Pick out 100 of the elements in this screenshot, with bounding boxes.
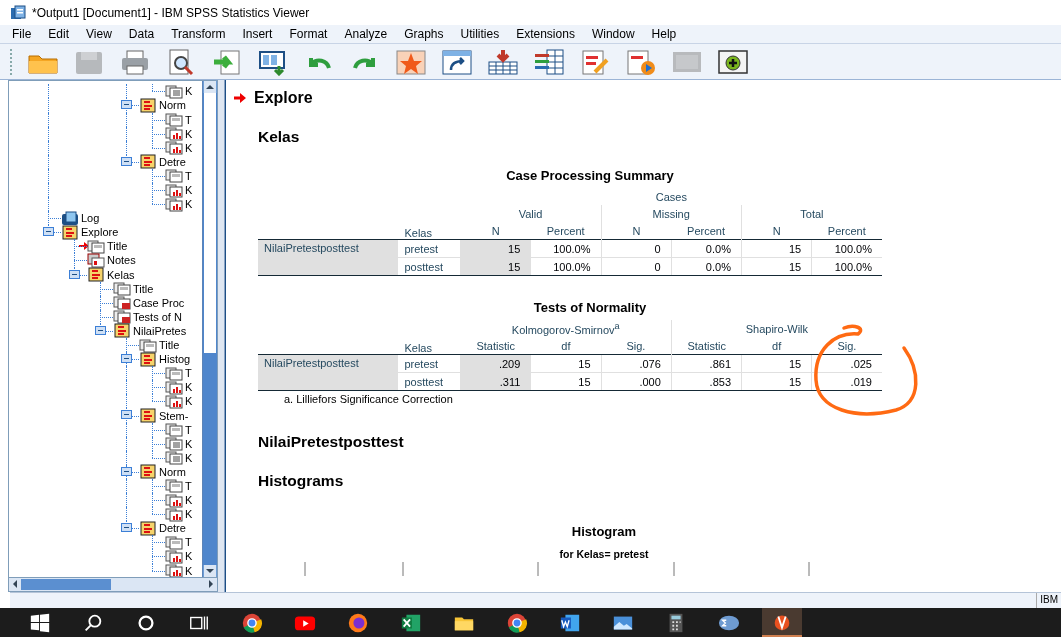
outline-item[interactable]: K: [185, 395, 193, 408]
outline-item[interactable]: K: [185, 564, 193, 577]
outline-item[interactable]: NilaiPretes: [133, 324, 187, 337]
outline-item[interactable]: T: [185, 367, 192, 380]
outline-item[interactable]: K: [185, 550, 193, 563]
outline-item[interactable]: T: [185, 536, 192, 549]
collapse-toggle[interactable]: [95, 325, 106, 335]
chart-page-icon: [165, 140, 183, 156]
table-cell: 100.0%: [811, 257, 882, 276]
variables-list-icon[interactable]: [533, 47, 565, 76]
collapse-toggle[interactable]: [121, 354, 132, 364]
collapse-toggle[interactable]: [121, 100, 132, 110]
menu-item[interactable]: Window: [583, 27, 644, 42]
menu-item[interactable]: Help: [643, 27, 686, 42]
outline-item[interactable]: Title: [107, 240, 128, 253]
menu-item[interactable]: Analyze: [336, 27, 397, 42]
chart-page-icon: [165, 506, 183, 522]
menu-item[interactable]: Extensions: [508, 27, 584, 42]
table-cell: 15: [530, 354, 602, 373]
column-header: N: [460, 222, 531, 240]
collapse-toggle[interactable]: [43, 227, 54, 237]
variable-heading: NilaiPretestposttest: [258, 433, 405, 452]
text-page-icon: [165, 450, 183, 466]
menu-item[interactable]: Utilities: [452, 27, 509, 42]
outline-item[interactable]: K: [185, 508, 193, 521]
menu-item[interactable]: Edit: [40, 27, 79, 42]
outline-item[interactable]: Detre: [159, 522, 186, 535]
column-header: df: [741, 337, 812, 355]
outline-item[interactable]: T: [185, 480, 192, 492]
menu-item[interactable]: View: [78, 27, 121, 42]
column-header: N: [741, 222, 812, 240]
outline-item[interactable]: K: [185, 141, 193, 154]
procedure-heading: Explore: [254, 89, 313, 108]
menu-item[interactable]: Graphs: [396, 27, 453, 42]
outline-item[interactable]: Notes: [107, 254, 136, 267]
outline-item[interactable]: Title: [159, 339, 180, 352]
outline-item[interactable]: T: [185, 423, 192, 436]
notes-icon: [87, 253, 105, 268]
outline-item[interactable]: K: [185, 451, 193, 464]
document-play-icon[interactable]: [625, 47, 657, 76]
column-group-header: Missing: [601, 205, 742, 223]
outline-item[interactable]: T: [185, 169, 192, 182]
outline-item[interactable]: K: [185, 381, 193, 394]
table-cell: .076: [601, 354, 672, 373]
column-header: N: [601, 222, 672, 240]
outline-item[interactable]: K: [185, 127, 193, 140]
menu-item[interactable]: Insert: [234, 27, 282, 42]
row-group-label: NilaiPretestposttest: [258, 239, 399, 276]
outline-item[interactable]: Norm: [159, 465, 186, 478]
outline-item[interactable]: K: [185, 184, 193, 196]
chart-page-icon: [165, 196, 183, 212]
table-cell: .000: [601, 372, 672, 391]
printer-icon[interactable]: [119, 47, 151, 76]
collapse-toggle[interactable]: [121, 523, 132, 533]
table-cell: 0.0%: [671, 239, 742, 258]
outline-item[interactable]: Tests of N: [133, 310, 182, 323]
collapse-toggle[interactable]: [121, 466, 132, 476]
outline-item[interactable]: Norm: [159, 99, 186, 112]
menu-item[interactable]: Transform: [163, 27, 235, 42]
outline-item[interactable]: K: [185, 494, 193, 507]
outline-item[interactable]: K: [185, 198, 193, 211]
vertical-scrollbar[interactable]: [202, 81, 217, 578]
outline-item[interactable]: K: [185, 85, 193, 98]
collapse-toggle[interactable]: [121, 410, 132, 420]
column-header: Percent: [671, 222, 742, 240]
app-icon[interactable]: [762, 608, 802, 637]
table-footnote: a. Lilliefors Significance Correction: [283, 393, 454, 406]
document-pencil-icon[interactable]: [579, 47, 611, 76]
collapse-toggle[interactable]: [121, 156, 132, 166]
outline-item[interactable]: K: [185, 437, 193, 450]
outline-item[interactable]: Explore: [81, 226, 119, 239]
outline-book-icon: [139, 351, 157, 367]
menu-item[interactable]: Format: [281, 27, 337, 42]
table-insert-icon[interactable]: [487, 47, 519, 76]
outline-item[interactable]: Histog: [159, 353, 191, 366]
menu-item[interactable]: Data: [120, 27, 164, 42]
column-group-header: Kolmogorov-Smirnov$^{a}$: [460, 320, 672, 338]
outline-item[interactable]: Title: [133, 282, 154, 295]
chart-title: Histogram: [571, 524, 637, 540]
title-page-icon: [165, 422, 183, 438]
app-icon: [10, 4, 26, 21]
star-table-icon[interactable]: [395, 47, 427, 76]
outline-item[interactable]: Kelas: [107, 268, 135, 281]
outline-item[interactable]: Case Proc: [133, 296, 185, 309]
outline-item[interactable]: Detre: [159, 155, 186, 168]
table-cell: 15: [460, 239, 531, 258]
outline-item[interactable]: Log: [81, 212, 100, 225]
title-page-icon: [165, 478, 183, 494]
outline-item[interactable]: T: [185, 113, 192, 126]
chart-page-icon: [165, 563, 183, 578]
page-arrow-icon[interactable]: [211, 47, 243, 76]
row-header-label: Kelas: [398, 337, 461, 355]
horizontal-scrollbar[interactable]: [9, 577, 217, 592]
column-header: Percent: [811, 222, 882, 240]
collapse-toggle[interactable]: [69, 269, 80, 279]
table-title: Case Processing Summary: [505, 168, 675, 184]
outline-item[interactable]: Stem-: [159, 409, 189, 422]
outline-book-icon: [139, 408, 157, 423]
outline-book-icon: [61, 224, 79, 240]
menu-item[interactable]: File: [4, 27, 41, 42]
